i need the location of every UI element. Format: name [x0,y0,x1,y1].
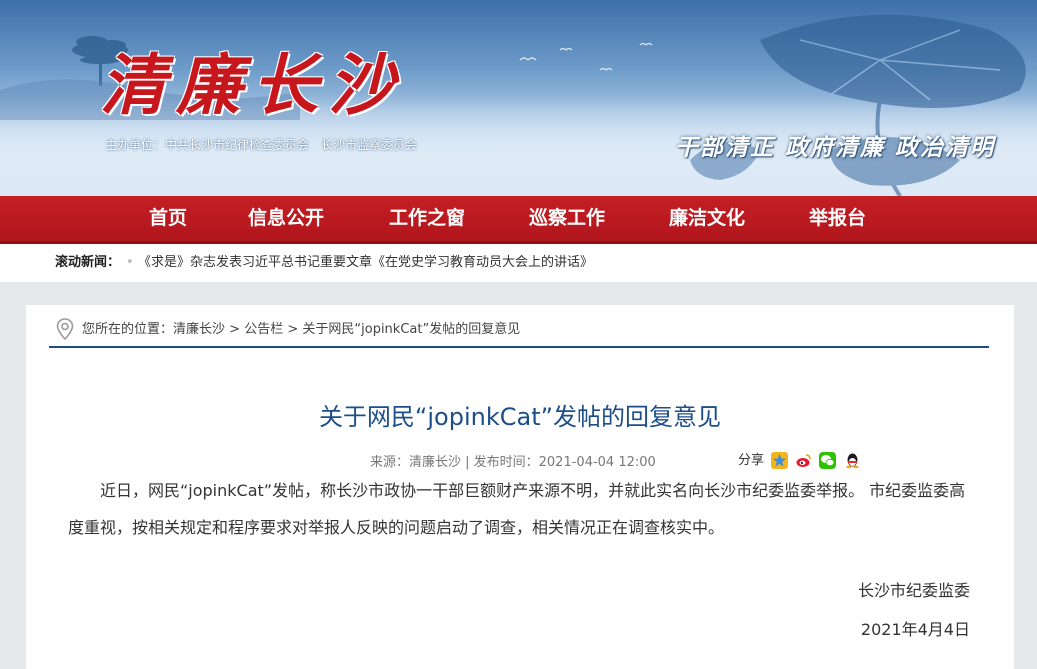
share-label: 分享 [738,453,765,468]
ticker-label: 滚动新闻： [55,255,121,270]
breadcrumb-section-link[interactable]: 公告栏 [244,322,283,337]
article-meta: 来源：清廉长沙 | 发布时间：2021-04-04 12:00 [370,455,656,470]
breadcrumb: 您所在的位置：清廉长沙 > 公告栏 > 关于网民“jopinkCat”发帖的回复… [82,318,520,337]
article-body: 近日，网民“jopinkCat”发帖，称长沙市政协一干部巨额财产来源不明，并就此… [68,481,966,537]
nav-item-home[interactable]: 首页 [149,196,187,241]
host-organization: 主办单位：中共长沙市纪律检查委员会 长沙市监察委员会 [105,138,418,152]
ticker-bullet-icon: • [126,255,134,270]
signature-organization: 长沙市纪委监委 [857,581,970,600]
site-logo-title: 清廉长沙 [100,46,404,124]
breadcrumb-separator: > [283,322,303,337]
banner-slogan: 干部清正 政府清廉 政治清明 [675,134,996,161]
breadcrumb-current: 关于网民“jopinkCat”发帖的回复意见 [302,322,521,337]
location-pin-icon [56,318,74,341]
qzone-icon[interactable] [771,452,789,469]
qq-icon[interactable] [843,452,861,469]
nav-item-report[interactable]: 举报台 [809,196,866,241]
main-nav: 首页 信息公开 工作之窗 巡察工作 廉洁文化 举报台 [0,196,1037,244]
site-banner: 清廉长沙 主办单位：中共长沙市纪律检查委员会 长沙市监察委员会 干部清正 政府清… [0,0,1037,196]
weibo-icon[interactable] [795,452,813,469]
article-card: 您所在的位置：清廉长沙 > 公告栏 > 关于网民“jopinkCat”发帖的回复… [26,305,1014,669]
breadcrumb-prefix: 您所在的位置： [82,322,174,337]
nav-item-integrity-culture[interactable]: 廉洁文化 [669,196,745,241]
share-bar: 分享 [738,449,861,469]
article-title: 关于网民“jopinkCat”发帖的回复意见 [318,403,722,431]
wechat-icon[interactable] [819,452,837,469]
ticker-headline-link[interactable]: 《求是》杂志发表习近平总书记重要文章《在党史学习教育动员大会上的讲话》 [138,244,593,282]
nav-item-work-window[interactable]: 工作之窗 [389,196,465,241]
nav-item-inspection[interactable]: 巡察工作 [529,196,605,241]
breadcrumb-divider [49,346,989,348]
nav-item-info-disclosure[interactable]: 信息公开 [248,196,324,241]
breadcrumb-separator: > [225,322,245,337]
signature-date: 2021年4月4日 [860,620,970,639]
news-ticker: 滚动新闻： • 《求是》杂志发表习近平总书记重要文章《在党史学习教育动员大会上的… [0,244,1037,282]
breadcrumb-home-link[interactable]: 清廉长沙 [173,322,225,337]
